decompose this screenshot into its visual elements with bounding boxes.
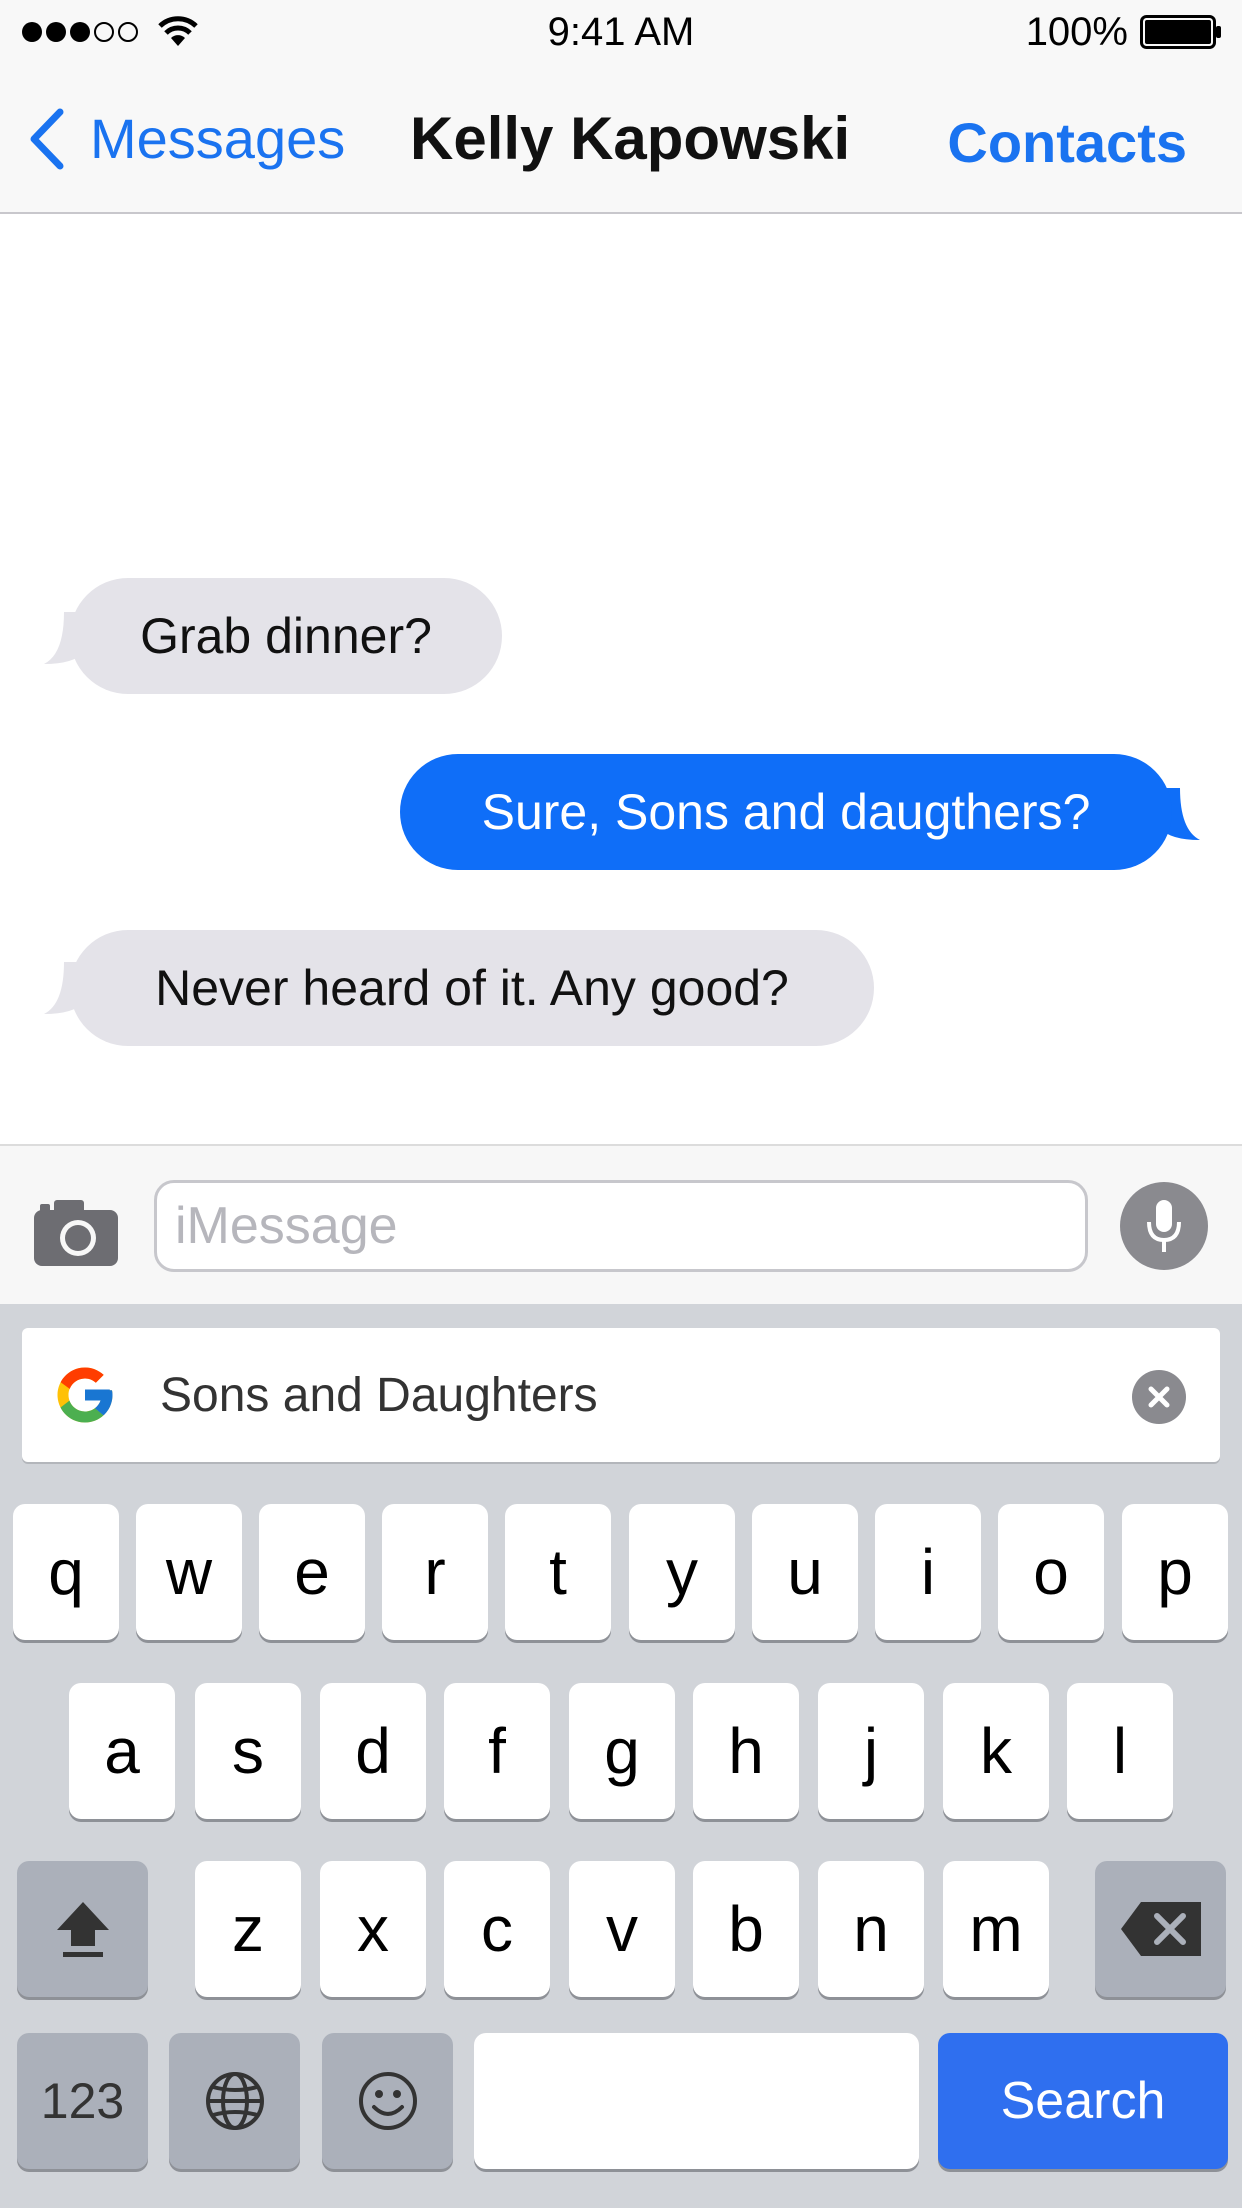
backspace-key[interactable] [1095,1861,1226,1997]
emoji-icon [358,2072,417,2130]
key-v[interactable]: v [569,1861,675,1997]
key-r[interactable]: r [382,1504,488,1640]
clear-suggestion-button[interactable] [1132,1370,1186,1424]
incoming-message[interactable]: Grab dinner? [70,578,502,694]
key-n[interactable]: n [818,1861,924,1997]
incoming-message[interactable]: Never heard of it. Any good? [70,930,874,1046]
key-k[interactable]: k [943,1683,1049,1819]
key-b[interactable]: b [693,1861,799,1997]
space-key[interactable] [474,2033,919,2169]
suggestion-text: Sons and Daughters [160,1369,598,1422]
battery-icon [1140,15,1221,49]
status-bar: 9:41 AM 100% [0,0,1242,64]
key-s[interactable]: s [195,1683,301,1819]
globe-key[interactable] [169,2033,300,2169]
chevron-left-icon[interactable] [26,108,66,170]
camera-icon[interactable] [32,1196,120,1268]
key-a[interactable]: a [69,1683,175,1819]
key-u[interactable]: u [752,1504,858,1640]
key-d[interactable]: d [320,1683,426,1819]
key-f[interactable]: f [444,1683,550,1819]
key-o[interactable]: o [998,1504,1104,1640]
key-y[interactable]: y [629,1504,735,1640]
key-x[interactable]: x [320,1861,426,1997]
shift-key[interactable] [17,1861,148,1997]
search-key[interactable]: Search [938,2033,1228,2169]
key-h[interactable]: h [693,1683,799,1819]
key-g[interactable]: g [569,1683,675,1819]
microphone-icon [1147,1200,1181,1252]
key-t[interactable]: t [505,1504,611,1640]
backspace-icon [1120,1902,1201,1956]
navigation-bar: Messages Kelly Kapowski Contacts [0,64,1242,214]
contacts-button[interactable]: Contacts [947,110,1187,175]
clear-icon [1148,1386,1170,1408]
compose-bar [0,1144,1242,1304]
numbers-key[interactable]: 123 [17,2033,148,2169]
battery-percentage: 100% [1025,10,1128,54]
key-c[interactable]: c [444,1861,550,1997]
key-z[interactable]: z [195,1861,301,1997]
shift-icon [56,1902,109,1957]
google-logo-icon [57,1367,113,1423]
key-w[interactable]: w [136,1504,242,1640]
microphone-button[interactable] [1120,1182,1208,1270]
conversation-title: Kelly Kapowski [410,105,851,172]
key-m[interactable]: m [943,1861,1049,1997]
key-j[interactable]: j [818,1683,924,1819]
globe-icon [205,2072,264,2130]
message-thread[interactable]: Grab dinner? Sure, Sons and daugthers? N… [0,214,1242,1144]
key-l[interactable]: l [1067,1683,1173,1819]
back-button[interactable]: Messages [90,106,345,171]
key-e[interactable]: e [259,1504,365,1640]
keyboard: Sons and Daughters q w e r t y u i o p a… [0,1304,1242,2208]
message-input[interactable] [154,1180,1088,1272]
search-suggestion[interactable]: Sons and Daughters [22,1328,1220,1462]
key-i[interactable]: i [875,1504,981,1640]
emoji-key[interactable] [322,2033,453,2169]
key-q[interactable]: q [13,1504,119,1640]
outgoing-message[interactable]: Sure, Sons and daugthers? [400,754,1172,870]
key-p[interactable]: p [1122,1504,1228,1640]
